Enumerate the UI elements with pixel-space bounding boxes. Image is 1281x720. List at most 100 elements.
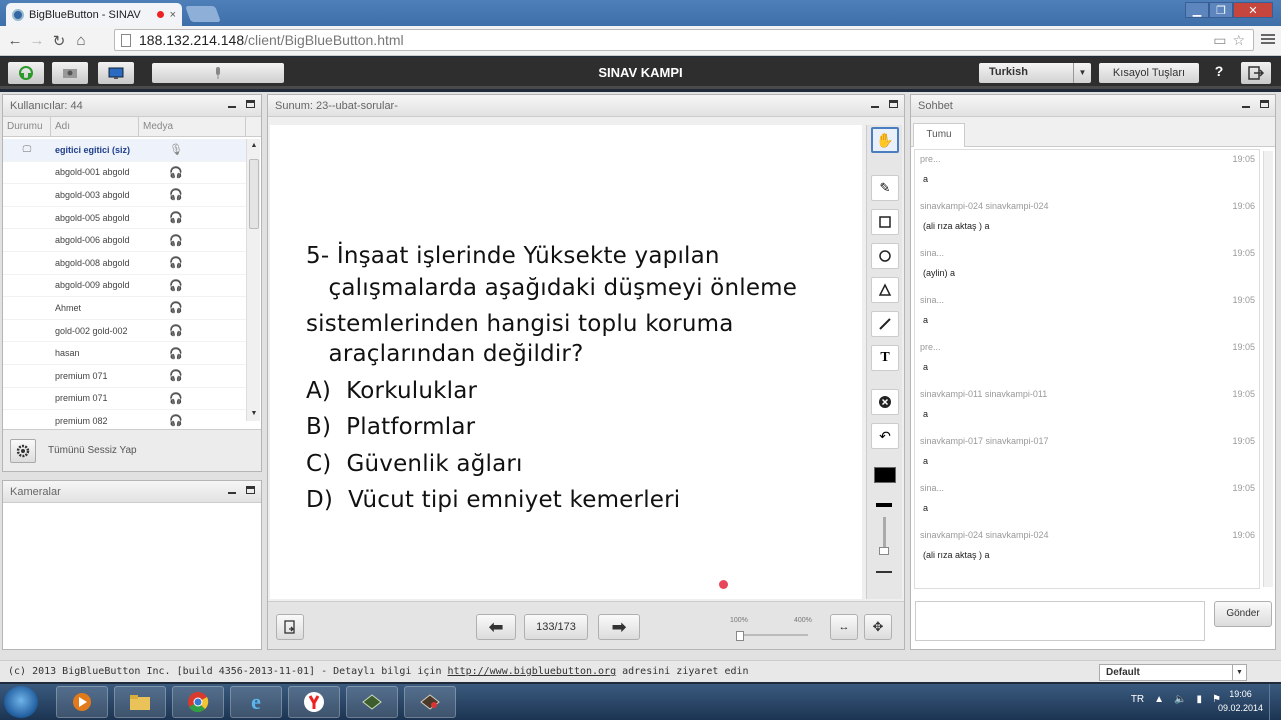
send-button[interactable]: Gönder	[1214, 601, 1272, 627]
maximize-icon[interactable]	[246, 485, 255, 494]
input-language[interactable]: TR	[1131, 694, 1144, 705]
triangle-tool[interactable]	[871, 277, 899, 303]
cameras-panel-header: Kameralar	[3, 481, 261, 503]
users-table-header: Durumu Adı Medya	[3, 117, 261, 137]
new-tab-button[interactable]	[185, 6, 221, 22]
start-button[interactable]	[4, 686, 38, 718]
chat-message: sinavkampi-011 sinavkampi-011 19:05 a	[915, 385, 1259, 432]
chat-sender: sinavkampi-024 sinavkampi-024	[920, 530, 1049, 540]
taskbar-chrome[interactable]	[172, 686, 224, 718]
user-row[interactable]: abgold-005 abgold 🎧	[3, 207, 246, 230]
chrome-menu-icon[interactable]	[1261, 32, 1275, 46]
user-row[interactable]: Ahmet 🎧	[3, 297, 246, 320]
url-input[interactable]: 188.132.214.148/client/BigBlueButton.htm…	[114, 29, 1254, 51]
internet-explorer-icon: e	[251, 689, 261, 714]
help-button[interactable]: ?	[1209, 63, 1229, 79]
user-row[interactable]: abgold-006 abgold 🎧	[3, 229, 246, 252]
user-row[interactable]: abgold-009 abgold 🎧	[3, 275, 246, 298]
taskbar-explorer[interactable]	[114, 686, 166, 718]
mute-all-label[interactable]: Tümünü Sessiz Yap	[48, 445, 137, 456]
users-scrollbar[interactable]: ▲ ▼	[246, 139, 260, 421]
cast-icon[interactable]: ▭	[1213, 32, 1226, 49]
previous-slide-button[interactable]: ⬅	[476, 614, 516, 640]
text-tool[interactable]: T	[871, 345, 899, 371]
home-icon[interactable]: ⌂	[70, 32, 92, 49]
shortcut-keys-button[interactable]: Kısayol Tuşları	[1099, 63, 1199, 83]
thickness-slider-thumb[interactable]	[879, 547, 889, 555]
tray-arrow-icon[interactable]: ▲	[1154, 694, 1164, 705]
network-icon[interactable]: ▮	[1197, 694, 1203, 705]
scroll-down-icon[interactable]: ▼	[247, 407, 261, 421]
question-line: sistemlerinden hangisi toplu koruma	[306, 311, 734, 337]
user-row[interactable]: abgold-001 abgold 🎧	[3, 162, 246, 185]
page-indicator[interactable]: 133/173	[524, 614, 588, 640]
zoom-max-label: 400%	[794, 617, 812, 624]
chat-sender: sinavkampi-011 sinavkampi-011	[920, 389, 1048, 399]
maximize-icon[interactable]	[246, 99, 255, 108]
show-desktop-button[interactable]	[1269, 684, 1281, 720]
minimize-icon[interactable]	[1242, 106, 1250, 108]
color-picker[interactable]	[874, 467, 896, 483]
volume-icon[interactable]: 🔈	[1174, 694, 1186, 705]
taskbar-app-2[interactable]	[404, 686, 456, 718]
ellipse-tool[interactable]	[871, 243, 899, 269]
user-row[interactable]: premium 071 🎧	[3, 365, 246, 388]
taskbar-yandex[interactable]	[288, 686, 340, 718]
user-row[interactable]: abgold-003 abgold 🎧	[3, 184, 246, 207]
back-icon[interactable]: ←	[4, 32, 26, 49]
language-select[interactable]: Turkish ▼	[979, 63, 1091, 83]
browser-tab[interactable]: BigBlueButton - SINAV ×	[6, 3, 182, 26]
pencil-tool[interactable]: ✎	[871, 175, 899, 201]
pan-tool[interactable]: ✋	[871, 127, 899, 153]
chat-message-input[interactable]	[915, 601, 1205, 641]
column-name[interactable]: Adı	[51, 117, 139, 136]
fit-width-button[interactable]: ↔	[830, 614, 858, 640]
user-row[interactable]: premium 071 🎧	[3, 388, 246, 411]
chat-scrollbar[interactable]	[1263, 151, 1273, 587]
layout-select[interactable]: Default ▼	[1099, 664, 1247, 681]
tab-close-icon[interactable]: ×	[170, 9, 176, 21]
thickness-slider[interactable]	[883, 517, 886, 551]
clock[interactable]: 19:06 09.02.2014	[1218, 687, 1263, 715]
maximize-icon[interactable]	[1260, 99, 1269, 108]
fit-page-button[interactable]: ✥	[864, 614, 892, 640]
scroll-up-icon[interactable]: ▲	[247, 139, 261, 153]
minimize-icon[interactable]	[228, 106, 236, 108]
user-row[interactable]: gold-002 gold-002 🎧	[3, 320, 246, 343]
bigbluebutton-link[interactable]: http://www.bigbluebutton.org	[448, 666, 617, 677]
microphone-icon: 🎙	[169, 144, 183, 157]
taskbar-internet-explorer[interactable]: e	[230, 686, 282, 718]
column-media[interactable]: Medya	[139, 117, 246, 136]
user-row[interactable]: abgold-008 abgold 🎧	[3, 252, 246, 275]
zoom-slider[interactable]	[736, 634, 808, 636]
reload-icon[interactable]: ↻	[48, 32, 70, 50]
close-window-button[interactable]: ✕	[1233, 2, 1273, 18]
zoom-slider-thumb[interactable]	[736, 631, 744, 641]
rectangle-tool[interactable]	[871, 209, 899, 235]
clear-tool[interactable]	[871, 389, 899, 415]
maximize-icon[interactable]	[889, 99, 898, 108]
tab-public-chat[interactable]: Tumu	[913, 123, 965, 147]
chat-time: 19:06	[1232, 201, 1255, 211]
upload-button[interactable]	[276, 614, 304, 640]
undo-tool[interactable]: ↶	[871, 423, 899, 449]
slide-canvas[interactable]: 5- İnşaat işlerinde Yüksekte yapılan çal…	[270, 125, 862, 599]
bookmark-star-icon[interactable]: ☆	[1232, 32, 1245, 49]
taskbar-media-player[interactable]	[56, 686, 108, 718]
forward-icon[interactable]: →	[26, 32, 48, 49]
bbb-toolbar: SINAV KAMPI Turkish ▼ Kısayol Tuşları ?	[0, 57, 1281, 89]
line-tool[interactable]	[871, 311, 899, 337]
settings-button[interactable]	[10, 438, 36, 463]
user-row[interactable]: hasan 🎧	[3, 342, 246, 365]
scrollbar-thumb[interactable]	[249, 159, 259, 229]
next-slide-button[interactable]: ➡	[598, 614, 640, 640]
minimize-icon[interactable]	[228, 492, 236, 494]
taskbar-app-1[interactable]	[346, 686, 398, 718]
minimize-icon[interactable]	[871, 106, 879, 108]
user-row[interactable]: 🖵 egitici egitici (siz) 🎙	[3, 139, 246, 162]
maximize-window-button[interactable]: ❐	[1209, 2, 1233, 18]
minimize-window-button[interactable]: ▁	[1185, 2, 1209, 18]
column-status[interactable]: Durumu	[3, 117, 51, 136]
chat-sender: sina...	[920, 483, 945, 493]
logout-button[interactable]	[1241, 62, 1271, 84]
